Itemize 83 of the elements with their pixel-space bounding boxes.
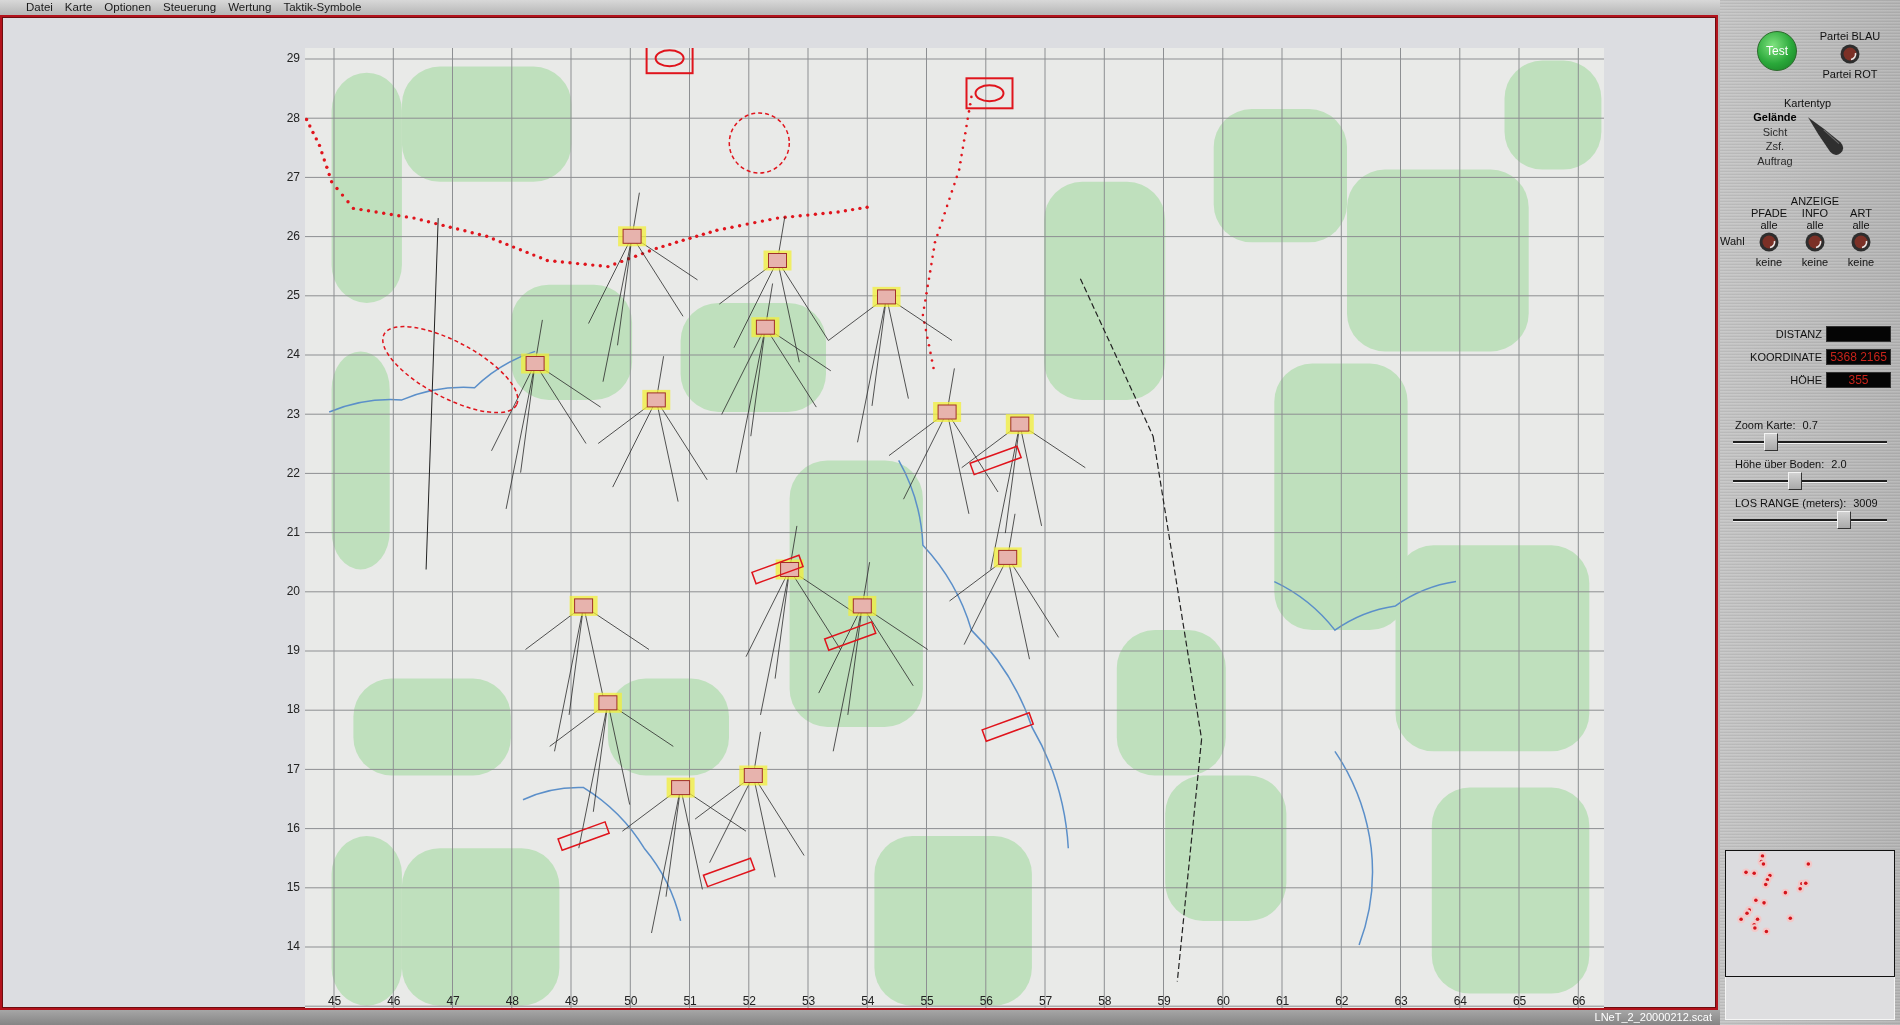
axis-tick-label: 15 bbox=[285, 879, 301, 897]
switch-option-label: alle bbox=[1852, 219, 1870, 232]
axis-tick-label: 29 bbox=[285, 50, 301, 68]
switch-label: PFADE bbox=[1750, 207, 1788, 220]
slider-value: 2.0 bbox=[1831, 458, 1847, 471]
slider-thumb[interactable] bbox=[1787, 472, 1802, 491]
axis-tick-label: 25 bbox=[285, 287, 301, 305]
axis-tick-label: 16 bbox=[285, 819, 301, 837]
axis-tick-label: 65 bbox=[1511, 994, 1528, 1008]
axis-tick-label: 45 bbox=[326, 994, 343, 1008]
axis-tick-label: 53 bbox=[800, 994, 817, 1008]
readout-display bbox=[1826, 326, 1891, 343]
knob-icon[interactable] bbox=[1759, 232, 1779, 253]
axis-tick-label: 14 bbox=[285, 938, 301, 956]
axis-tick-label: 18 bbox=[285, 701, 301, 719]
axis-tick-label: 17 bbox=[285, 760, 301, 778]
axis-tick-label: 21 bbox=[285, 523, 301, 541]
axis-tick-label: 48 bbox=[504, 994, 521, 1008]
axis-tick-label: 55 bbox=[919, 994, 935, 1008]
row-label: Wahl bbox=[1720, 235, 1746, 248]
switch-option-label: keine bbox=[1801, 256, 1829, 269]
knob-icon[interactable] bbox=[1805, 232, 1825, 253]
map-type-option[interactable]: Gelände bbox=[1746, 110, 1804, 125]
slider-value: 3009 bbox=[1853, 497, 1878, 510]
axis-tick-label: 66 bbox=[1571, 994, 1587, 1008]
readout-display: 355 bbox=[1826, 372, 1891, 389]
switch-label: INFO bbox=[1801, 207, 1829, 220]
menu-item[interactable]: Wertung bbox=[228, 0, 272, 15]
axis-tick-label: 64 bbox=[1452, 994, 1469, 1008]
party-label: Partei BLAU bbox=[1819, 30, 1881, 42]
slider-thumb[interactable] bbox=[1836, 511, 1851, 530]
slider-label: LOS RANGE (meters): bbox=[1735, 497, 1847, 510]
slider-thumb[interactable] bbox=[1763, 433, 1778, 452]
slider-label: Zoom Karte: bbox=[1735, 419, 1796, 432]
map-type-title: Kartentyp bbox=[1783, 97, 1833, 110]
axis-tick-label: 27 bbox=[285, 168, 301, 186]
party-label: Partei ROT bbox=[1822, 68, 1878, 80]
menu-item[interactable]: Taktik-Symbole bbox=[283, 0, 362, 15]
menu-item[interactable]: Datei bbox=[26, 0, 53, 15]
axis-tick-label: 61 bbox=[1274, 994, 1291, 1008]
readout-display: 5368 2165 bbox=[1826, 349, 1891, 366]
menu-item[interactable]: Optionen bbox=[104, 0, 152, 15]
axis-tick-label: 47 bbox=[445, 994, 461, 1008]
switch-option-label: keine bbox=[1847, 256, 1875, 269]
readout-label: HÖHE bbox=[1789, 373, 1823, 389]
axis-tick-label: 46 bbox=[386, 994, 402, 1008]
axis-tick-label: 28 bbox=[285, 109, 301, 127]
menu-item[interactable]: Karte bbox=[64, 0, 93, 15]
slider-label: Höhe über Boden: bbox=[1735, 458, 1825, 471]
axis-tick-label: 54 bbox=[860, 994, 876, 1008]
axis-tick-label: 24 bbox=[285, 346, 301, 364]
map-type-option[interactable]: Auftrag bbox=[1746, 153, 1804, 169]
axis-tick-label: 22 bbox=[285, 464, 301, 482]
axis-tick-label: 51 bbox=[682, 994, 698, 1008]
axis-tick-label: 56 bbox=[978, 994, 995, 1008]
switch-option-label: alle bbox=[1806, 219, 1824, 232]
axis-tick-label: 26 bbox=[285, 227, 301, 245]
readout-label: KOORDINATE bbox=[1749, 350, 1823, 366]
axis-tick-label: 60 bbox=[1215, 994, 1232, 1008]
display-title: ANZEIGE bbox=[1789, 195, 1841, 208]
axis-tick-label: 50 bbox=[623, 994, 639, 1008]
map-type-option[interactable]: Zsf. bbox=[1746, 139, 1804, 154]
axis-tick-label: 52 bbox=[741, 994, 758, 1008]
status-file-name: LNeT_2_20000212.scat bbox=[1594, 1010, 1712, 1025]
axis-tick-label: 62 bbox=[1334, 994, 1350, 1008]
switch-label: ART bbox=[1850, 207, 1872, 220]
axis-tick-label: 19 bbox=[285, 642, 301, 660]
axis-tick-label: 49 bbox=[563, 994, 580, 1008]
readout-label: DISTANZ bbox=[1774, 327, 1823, 343]
axis-tick-label: 58 bbox=[1097, 994, 1113, 1008]
axis-tick-label: 20 bbox=[285, 583, 301, 601]
switch-option-label: keine bbox=[1755, 256, 1783, 269]
axis-tick-label: 63 bbox=[1393, 994, 1409, 1008]
map-type-option[interactable]: Sicht bbox=[1746, 124, 1804, 140]
slider-value: 0.7 bbox=[1802, 419, 1818, 432]
axis-tick-label: 57 bbox=[1037, 994, 1054, 1008]
knob-icon[interactable] bbox=[1840, 44, 1860, 64]
knob-icon[interactable] bbox=[1851, 232, 1871, 253]
axis-tick-label: 23 bbox=[285, 405, 301, 423]
switch-option-label: alle bbox=[1760, 219, 1778, 232]
minimap-drawing[interactable] bbox=[1725, 850, 1895, 977]
axis-tick-label: 59 bbox=[1156, 994, 1172, 1008]
menu-item[interactable]: Steuerung bbox=[163, 0, 217, 15]
